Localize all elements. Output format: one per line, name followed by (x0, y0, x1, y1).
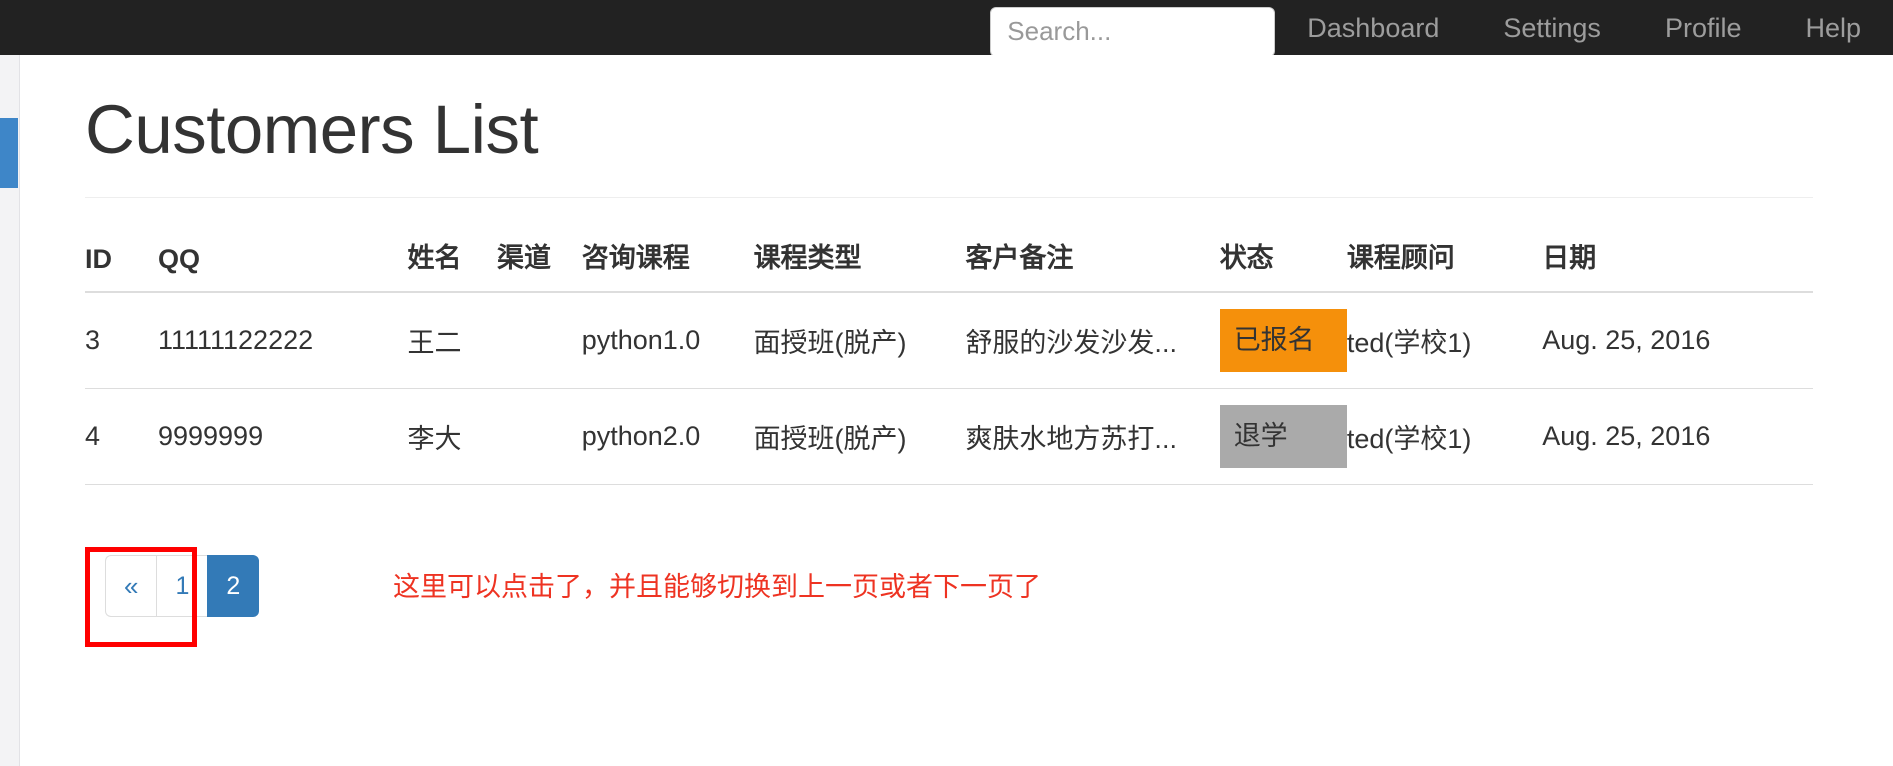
nav-item-help[interactable]: Help (1773, 0, 1893, 56)
pagination-area: « 1 2 这里可以点击了，并且能够切换到上一页或者下一页了 (85, 547, 1853, 665)
column-header-id: ID (85, 226, 158, 294)
page-title: Customers List (85, 91, 539, 168)
cell-consult-course: python1.0 (581, 292, 754, 390)
cell-advisor: ted(学校1) (1346, 292, 1543, 390)
cell-channel (496, 292, 582, 390)
cell-customer-note: 爽肤水地方苏打... (965, 388, 1220, 486)
cell-consult-course: python2.0 (581, 388, 754, 486)
nav-item-dashboard[interactable]: Dashboard (1275, 0, 1471, 56)
column-header-qq: QQ (157, 226, 408, 294)
cell-status: 退学 (1219, 388, 1347, 486)
customers-table: ID QQ 姓名 渠道 咨询课程 课程类型 客户备注 状态 课程顾问 日期 3 … (85, 226, 1813, 486)
page-container: Customers List ID QQ 姓名 渠道 咨询课程 课程类型 客户备… (20, 55, 1893, 766)
cell-name: 李大 (407, 388, 497, 486)
cell-advisor: ted(学校1) (1346, 388, 1543, 486)
cell-course-type: 面授班(脱产) (753, 292, 966, 390)
left-scrollbar-thumb[interactable] (0, 118, 18, 188)
cell-qq: 11111122222 (157, 292, 408, 390)
cell-name: 王二 (407, 292, 497, 390)
top-navbar: Dashboard Settings Profile Help (0, 0, 1893, 57)
column-header-customer-note: 客户备注 (965, 226, 1220, 294)
table-header-row: ID QQ 姓名 渠道 咨询课程 课程类型 客户备注 状态 课程顾问 日期 (85, 226, 1813, 294)
nav-item-profile[interactable]: Profile (1633, 0, 1774, 56)
column-header-name: 姓名 (407, 226, 497, 294)
pagination-prev-button[interactable]: « (105, 555, 157, 618)
column-header-advisor: 课程顾问 (1346, 226, 1543, 294)
cell-date: Aug. 25, 2016 (1542, 292, 1813, 390)
annotation-text: 这里可以点击了，并且能够切换到上一页或者下一页了 (393, 572, 1041, 603)
search-input[interactable] (990, 6, 1276, 57)
cell-customer-note: 舒服的沙发沙发... (965, 292, 1220, 390)
column-header-consult-course: 咨询课程 (581, 226, 754, 294)
nav-link-settings[interactable]: Settings (1471, 0, 1633, 56)
pagination-page-2[interactable]: 2 (207, 555, 260, 618)
nav-item-settings[interactable]: Settings (1471, 0, 1633, 56)
title-divider (85, 197, 1813, 199)
table-row[interactable]: 3 11111122222 王二 python1.0 面授班(脱产) 舒服的沙发… (85, 292, 1813, 390)
cell-date: Aug. 25, 2016 (1542, 388, 1813, 486)
content-area: Customers List ID QQ 姓名 渠道 咨询课程 课程类型 客户备… (20, 55, 1893, 665)
table-row[interactable]: 4 9999999 李大 python2.0 面授班(脱产) 爽肤水地方苏打..… (85, 388, 1813, 486)
table-header: ID QQ 姓名 渠道 咨询课程 课程类型 客户备注 状态 课程顾问 日期 (85, 226, 1813, 294)
nav-link-dashboard[interactable]: Dashboard (1275, 0, 1471, 56)
left-scrollbar-track[interactable] (0, 55, 20, 766)
column-header-course-type: 课程类型 (753, 226, 966, 294)
cell-status: 已报名 (1219, 292, 1347, 390)
nav-link-help[interactable]: Help (1773, 0, 1893, 56)
navbar-links: Dashboard Settings Profile Help (1275, 0, 1893, 56)
cell-qq: 9999999 (157, 388, 408, 486)
cell-course-type: 面授班(脱产) (753, 388, 966, 486)
cell-id: 4 (85, 388, 158, 486)
table-body: 3 11111122222 王二 python1.0 面授班(脱产) 舒服的沙发… (85, 292, 1813, 486)
column-header-date: 日期 (1542, 226, 1813, 294)
pagination: « 1 2 (105, 555, 260, 618)
cell-channel (496, 388, 582, 486)
cell-id: 3 (85, 292, 158, 390)
status-badge: 已报名 (1219, 309, 1347, 373)
status-badge: 退学 (1219, 405, 1347, 469)
column-header-status: 状态 (1219, 226, 1347, 294)
nav-link-profile[interactable]: Profile (1633, 0, 1774, 56)
column-header-channel: 渠道 (496, 226, 582, 294)
pagination-page-1[interactable]: 1 (156, 555, 208, 618)
